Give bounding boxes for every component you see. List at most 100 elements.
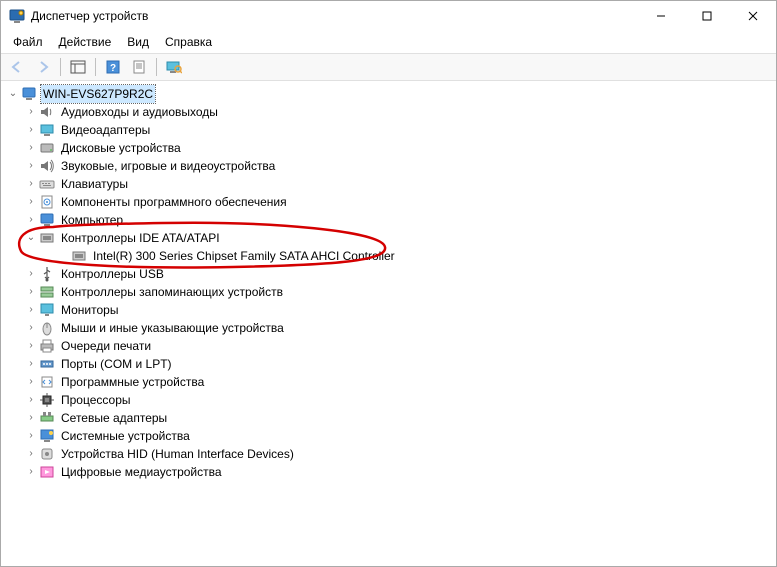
software-dev-icon [39,374,55,390]
category-label[interactable]: Системные устройства [59,427,192,445]
category-label[interactable]: Программные устройства [59,373,206,391]
category-label[interactable]: Дисковые устройства [59,139,183,157]
category-row[interactable]: › Системные устройства [3,427,774,445]
show-hidden-button[interactable] [66,56,90,78]
chevron-right-icon[interactable]: › [23,445,39,461]
mouse-icon [39,320,55,336]
chevron-right-icon[interactable]: › [23,319,39,335]
usb-icon [39,266,55,282]
category-row[interactable]: › Сетевые адаптеры [3,409,774,427]
category-row[interactable]: › Видеоадаптеры [3,121,774,139]
toolbar-separator [156,58,157,76]
category-row[interactable]: › Мыши и иные указывающие устройства [3,319,774,337]
category-label[interactable]: Клавиатуры [59,175,130,193]
chevron-right-icon[interactable]: › [23,121,39,137]
chevron-right-icon[interactable]: › [23,427,39,443]
back-button[interactable] [5,56,29,78]
chevron-right-icon[interactable]: › [23,391,39,407]
chevron-right-icon[interactable]: › [23,103,39,119]
titlebar: Диспетчер устройств [1,1,776,31]
chevron-right-icon[interactable]: › [23,337,39,353]
chevron-right-icon[interactable]: › [23,373,39,389]
category-label[interactable]: Мониторы [59,301,120,319]
category-row[interactable]: › Устройства HID (Human Interface Devices… [3,445,774,463]
category-row[interactable]: › Цифровые медиаустройства [3,463,774,481]
disk-icon [39,140,55,156]
category-row[interactable]: › Контроллеры USB [3,265,774,283]
printer-icon [39,338,55,354]
maximize-button[interactable] [684,1,730,31]
forward-button[interactable] [31,56,55,78]
svg-text:?: ? [110,63,116,74]
category-row[interactable]: ⌄ Контроллеры IDE ATA/ATAPI [3,229,774,247]
close-button[interactable] [730,1,776,31]
window-title: Диспетчер устройств [31,9,638,23]
category-row[interactable]: › Клавиатуры [3,175,774,193]
category-label[interactable]: Контроллеры USB [59,265,166,283]
chevron-right-icon[interactable]: › [23,265,39,281]
category-row[interactable]: › Дисковые устройства [3,139,774,157]
category-label[interactable]: Видеоадаптеры [59,121,152,139]
system-icon [39,428,55,444]
category-label[interactable]: Процессоры [59,391,133,409]
category-label[interactable]: Компоненты программного обеспечения [59,193,289,211]
computer-icon [21,86,37,102]
category-row[interactable]: › Порты (COM и LPT) [3,355,774,373]
chevron-right-icon[interactable]: › [23,175,39,191]
chevron-right-icon[interactable]: › [23,355,39,371]
device-label[interactable]: Intel(R) 300 Series Chipset Family SATA … [91,247,397,265]
cpu-icon [39,392,55,408]
chevron-right-icon[interactable]: › [23,211,39,227]
category-label[interactable]: Звуковые, игровые и видеоустройства [59,157,277,175]
device-row[interactable]: Intel(R) 300 Series Chipset Family SATA … [3,247,774,265]
toolbar-separator [95,58,96,76]
category-label[interactable]: Аудиовходы и аудиовыходы [59,103,220,121]
device-tree[interactable]: ⌄ WIN-EVS627P9R2C › Аудиовходы и аудиовых… [1,81,776,561]
chevron-right-icon[interactable]: › [23,157,39,173]
properties-button[interactable] [127,56,151,78]
menu-action[interactable]: Действие [51,33,120,51]
category-label[interactable]: Компьютер [59,211,125,229]
chevron-down-icon[interactable]: ⌄ [5,85,21,101]
category-row[interactable]: › Процессоры [3,391,774,409]
tree-root-label[interactable]: WIN-EVS627P9R2C [41,85,155,103]
category-label[interactable]: Цифровые медиаустройства [59,463,224,481]
minimize-button[interactable] [638,1,684,31]
category-row[interactable]: › Компоненты программного обеспечения [3,193,774,211]
chevron-right-icon[interactable]: › [23,193,39,209]
category-row[interactable]: › Программные устройства [3,373,774,391]
menu-view[interactable]: Вид [119,33,157,51]
category-row[interactable]: › Очереди печати [3,337,774,355]
chevron-right-icon[interactable]: › [23,139,39,155]
computer-icon [39,212,55,228]
category-label[interactable]: Устройства HID (Human Interface Devices) [59,445,296,463]
menu-file[interactable]: Файл [5,33,51,51]
category-label[interactable]: Порты (COM и LPT) [59,355,174,373]
categories-container: ›Аудиовходы и аудиовыходы›Видеоадаптеры›… [3,103,774,481]
category-row[interactable]: › Звуковые, игровые и видеоустройства [3,157,774,175]
category-label[interactable]: Контроллеры IDE ATA/ATAPI [59,229,222,247]
menubar: Файл Действие Вид Справка [1,31,776,53]
chevron-right-icon[interactable]: › [23,409,39,425]
hid-icon [39,446,55,462]
tree-root-row[interactable]: ⌄ WIN-EVS627P9R2C [3,85,774,103]
category-label[interactable]: Контроллеры запоминающих устройств [59,283,285,301]
category-row[interactable]: › Мониторы [3,301,774,319]
monitor-icon [39,302,55,318]
scan-hardware-button[interactable] [162,56,186,78]
ide-item-icon [71,248,87,264]
category-label[interactable]: Мыши и иные указывающие устройства [59,319,286,337]
category-label[interactable]: Очереди печати [59,337,153,355]
media-icon [39,464,55,480]
help-button[interactable]: ? [101,56,125,78]
category-label[interactable]: Сетевые адаптеры [59,409,169,427]
chevron-right-icon[interactable]: › [23,463,39,479]
chevron-right-icon[interactable]: › [23,301,39,317]
chevron-right-icon[interactable]: › [23,283,39,299]
category-row[interactable]: › Компьютер [3,211,774,229]
category-row[interactable]: › Аудиовходы и аудиовыходы [3,103,774,121]
category-row[interactable]: › Контроллеры запоминающих устройств [3,283,774,301]
ide-icon [39,230,55,246]
menu-help[interactable]: Справка [157,33,220,51]
chevron-down-icon[interactable]: ⌄ [23,229,39,245]
